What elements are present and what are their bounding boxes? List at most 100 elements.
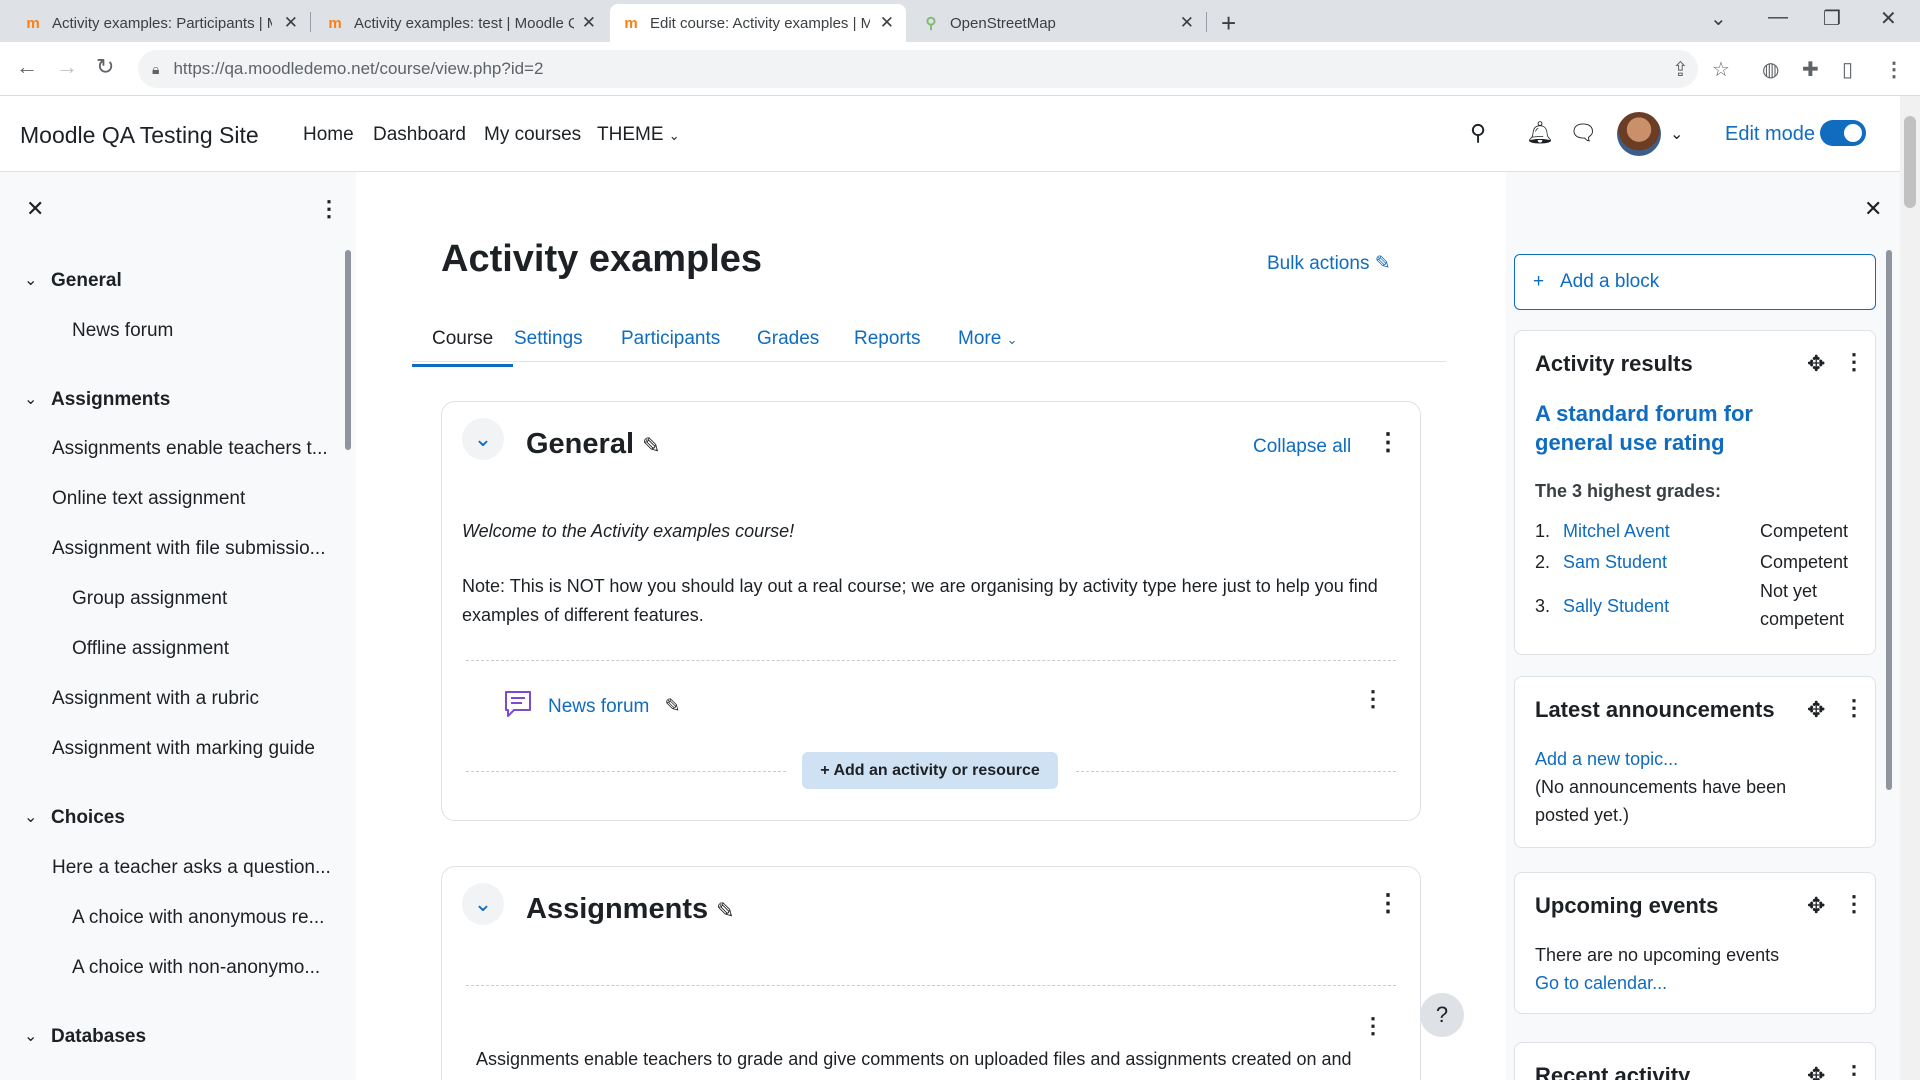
search-icon[interactable]: ⚲ — [1470, 120, 1486, 146]
bookmark-star-icon[interactable]: ☆ — [1712, 57, 1730, 82]
index-item[interactable]: Here a teacher asks a question... — [52, 857, 331, 879]
index-section-databases[interactable]: Databases — [51, 1026, 146, 1048]
section-menu-icon[interactable]: ⋮ — [1376, 428, 1400, 457]
go-to-calendar-link[interactable]: Go to calendar... — [1535, 969, 1667, 997]
index-item[interactable]: Assignment with marking guide — [52, 738, 315, 760]
index-section-general[interactable]: General — [51, 270, 122, 292]
close-tab-icon[interactable]: ✕ — [582, 13, 596, 33]
course-index-menu-icon[interactable]: ⋮ — [318, 196, 340, 222]
site-name[interactable]: Moodle QA Testing Site — [20, 122, 259, 149]
move-icon[interactable]: ✥ — [1807, 1063, 1825, 1080]
browser-tab-participants[interactable]: m Activity examples: Participants | M ✕ — [12, 4, 310, 42]
chevron-down-icon[interactable]: ⌄ — [24, 270, 37, 290]
browser-menu-icon[interactable]: ⋮ — [1884, 57, 1904, 82]
collapse-all-link[interactable]: Collapse all — [1253, 436, 1351, 458]
tab-more[interactable]: More ⌄ — [958, 328, 1017, 350]
collapse-section-button[interactable]: ⌄ — [462, 883, 504, 925]
index-section-assignments[interactable]: Assignments — [51, 389, 170, 411]
result-name-link[interactable]: Mitchel Avent — [1563, 517, 1670, 545]
browser-tab-edit-course[interactable]: m Edit course: Activity examples | M ✕ — [610, 4, 906, 42]
index-item[interactable]: A choice with non-anonymo... — [72, 957, 320, 979]
nav-home[interactable]: Home — [303, 124, 354, 146]
tab-settings[interactable]: Settings — [514, 328, 583, 350]
notifications-bell-icon[interactable]: 🔔︎ — [1526, 120, 1554, 146]
chevron-down-icon[interactable]: ⌄ — [24, 1026, 37, 1046]
index-item[interactable]: Assignment with a rubric — [52, 688, 259, 710]
index-item[interactable]: Online text assignment — [52, 488, 245, 510]
tab-participants[interactable]: Participants — [621, 328, 720, 350]
activity-menu-icon[interactable]: ⋮ — [1362, 686, 1384, 712]
news-forum-link[interactable]: News forum ✎ — [548, 695, 681, 718]
browser-tab-openstreetmap[interactable]: ⚲ OpenStreetMap ✕ — [910, 4, 1206, 42]
address-bar[interactable]: 🔒︎ https://qa.moodledemo.net/course/view… — [138, 50, 1698, 88]
pencil-icon[interactable]: ✎ — [716, 898, 734, 923]
reload-icon[interactable]: ↻ — [96, 54, 114, 80]
move-icon[interactable]: ✥ — [1807, 697, 1825, 723]
tab-reports[interactable]: Reports — [854, 328, 921, 350]
index-item[interactable]: Assignment with file submissio... — [52, 538, 326, 560]
move-icon[interactable]: ✥ — [1807, 893, 1825, 919]
forward-icon[interactable]: → — [56, 54, 78, 80]
add-activity-button[interactable]: + Add an activity or resource — [802, 752, 1058, 789]
block-menu-icon[interactable]: ⋮ — [1843, 1061, 1865, 1080]
section-menu-icon[interactable]: ⋮ — [1376, 889, 1400, 918]
chevron-down-icon[interactable]: ⌄ — [24, 389, 37, 409]
osm-icon: ⚲ — [925, 15, 937, 32]
tab-course[interactable]: Course — [411, 328, 514, 367]
edit-mode-toggle[interactable] — [1820, 120, 1866, 146]
extension-icon[interactable]: ◍ — [1762, 57, 1779, 82]
result-name-link[interactable]: Sam Student — [1563, 548, 1667, 576]
new-tab-icon[interactable]: + — [1221, 8, 1236, 39]
side-panel-icon[interactable]: ▯ — [1842, 57, 1853, 82]
pencil-icon[interactable]: ✎ — [665, 696, 681, 717]
block-menu-icon[interactable]: ⋮ — [1843, 695, 1865, 721]
events-empty: There are no upcoming events — [1535, 945, 1780, 965]
results-forum-link[interactable]: A standard forum for general use rating — [1535, 399, 1835, 457]
block-menu-icon[interactable]: ⋮ — [1843, 349, 1865, 375]
page-scrollbar[interactable] — [1900, 96, 1920, 1080]
section-title: General ✎ — [526, 428, 661, 461]
index-item[interactable]: A choice with anonymous re... — [72, 907, 324, 929]
tab-search-icon[interactable]: ⌄ — [1710, 6, 1727, 31]
help-button[interactable]: ? — [1420, 993, 1464, 1037]
nav-dashboard[interactable]: Dashboard — [373, 124, 466, 146]
back-icon[interactable]: ← — [16, 54, 38, 80]
move-icon[interactable]: ✥ — [1807, 351, 1825, 377]
activity-menu-icon[interactable]: ⋮ — [1362, 1013, 1384, 1039]
maximize-icon[interactable]: ❐ — [1823, 6, 1841, 31]
bulk-actions-button[interactable]: Bulk actions ✎ — [1267, 252, 1391, 275]
close-tab-icon[interactable]: ✕ — [1180, 13, 1194, 33]
share-icon[interactable]: ⇪ — [1672, 57, 1689, 82]
add-block-button[interactable]: + Add a block — [1514, 254, 1876, 310]
drawer-scrollbar[interactable] — [345, 250, 351, 450]
scrollbar-thumb[interactable] — [1904, 116, 1916, 208]
chevron-down-icon[interactable]: ⌄ — [24, 807, 37, 827]
index-section-choices[interactable]: Choices — [51, 807, 125, 829]
index-item[interactable]: News forum — [72, 320, 173, 342]
collapse-section-button[interactable]: ⌄ — [462, 418, 504, 460]
tab-divider — [1206, 12, 1207, 32]
index-item[interactable]: Assignments enable teachers t... — [52, 438, 328, 460]
minimize-icon[interactable]: — — [1768, 6, 1788, 29]
close-tab-icon[interactable]: ✕ — [880, 13, 894, 33]
messages-icon[interactable]: 🗨︎ — [1569, 120, 1597, 146]
tab-grades[interactable]: Grades — [757, 328, 819, 350]
block-menu-icon[interactable]: ⋮ — [1843, 891, 1865, 917]
browser-tab-test[interactable]: m Activity examples: test | Moodle Q ✕ — [314, 4, 608, 42]
index-item[interactable]: Group assignment — [72, 588, 227, 610]
close-drawer-icon[interactable]: ✕ — [1864, 196, 1882, 222]
result-name-link[interactable]: Sally Student — [1563, 592, 1669, 620]
user-avatar[interactable] — [1617, 112, 1661, 156]
index-item[interactable]: Offline assignment — [72, 638, 229, 660]
user-menu-chevron-icon[interactable]: ⌄ — [1670, 124, 1683, 144]
nav-theme[interactable]: THEME ⌄ — [597, 124, 680, 146]
close-drawer-icon[interactable]: ✕ — [26, 196, 44, 222]
pencil-icon[interactable]: ✎ — [642, 433, 660, 458]
puzzle-extensions-icon[interactable]: ✚ — [1802, 57, 1819, 82]
drawer-scrollbar[interactable] — [1886, 250, 1892, 790]
tab-title: Activity examples: test | Moodle Q — [354, 14, 574, 32]
close-tab-icon[interactable]: ✕ — [284, 13, 298, 33]
nav-my-courses[interactable]: My courses — [484, 124, 581, 146]
add-new-topic-link[interactable]: Add a new topic... — [1535, 745, 1678, 773]
close-window-icon[interactable]: ✕ — [1880, 6, 1897, 31]
